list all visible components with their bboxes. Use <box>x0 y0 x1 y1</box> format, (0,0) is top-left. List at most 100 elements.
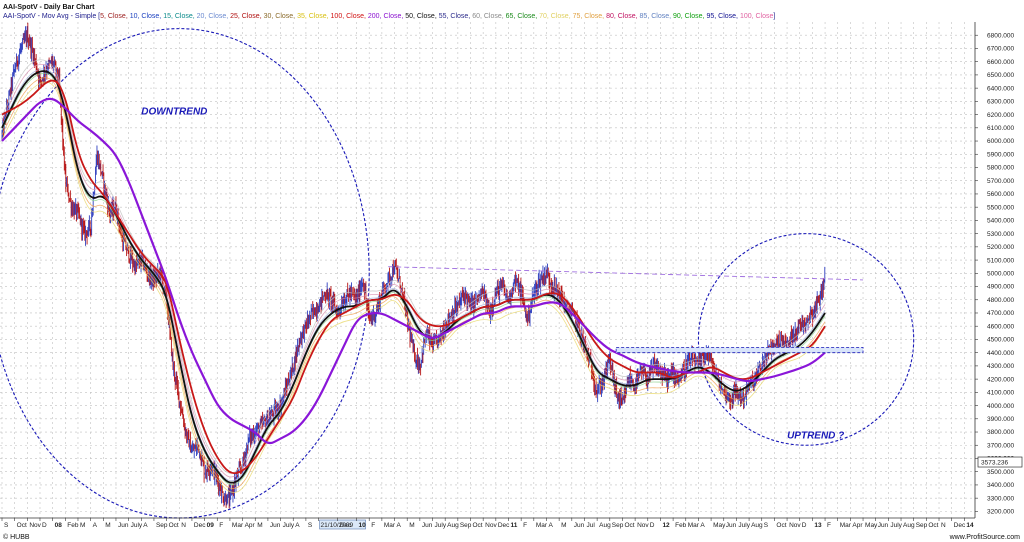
chart-footer: © HUBB www.ProfitSource.com <box>3 533 1020 541</box>
legend-item: 5, Close, <box>100 13 130 20</box>
y-tick-label: 6700.000 <box>987 46 1014 53</box>
x-tick-label: July <box>890 522 902 529</box>
y-tick-label: 3300.000 <box>987 495 1014 502</box>
x-tick-label: Aug <box>447 522 459 529</box>
y-tick-label: 4300.000 <box>987 363 1014 370</box>
legend-item: 70, Close, <box>539 13 572 20</box>
legend-item: 35, Close, <box>297 13 330 20</box>
x-tick-label: 09 <box>207 522 215 529</box>
y-tick-label: 5700.000 <box>987 178 1014 185</box>
legend-item: 100, Close, <box>331 13 368 20</box>
x-tick-label: S <box>308 522 313 529</box>
website-label: www.ProfitSource.com <box>949 534 1021 541</box>
x-tick-label: A <box>93 522 98 529</box>
support-zone-box <box>615 346 864 354</box>
y-tick-label: 6100.000 <box>987 125 1014 132</box>
x-tick-label: Aug <box>599 522 611 529</box>
legend-item: 25, Close, <box>230 13 263 20</box>
y-tick-label: 4800.000 <box>987 297 1014 304</box>
x-tick-label: Oct <box>928 522 938 529</box>
x-tick-label: S <box>764 522 769 529</box>
x-tick-label: Jun <box>878 522 889 529</box>
x-tick-label: 14 <box>966 522 974 529</box>
y-tick-label: 6600.000 <box>987 59 1014 66</box>
x-tick-label: Dec <box>340 522 352 529</box>
x-tick-label: Feb <box>675 522 687 529</box>
legend-item: 65, Close, <box>506 13 539 20</box>
x-tick-label: Sep <box>612 522 624 529</box>
x-tick-label: 11 <box>510 522 517 529</box>
x-tick-label: Sep <box>916 522 928 529</box>
last-value-label: 3573.236 <box>981 460 1008 467</box>
x-tick-label: F <box>827 522 831 529</box>
x-tick-label: May <box>713 522 726 529</box>
x-tick-label: A <box>295 522 300 529</box>
moving-averages <box>1 59 826 493</box>
y-tick-label: 5200.000 <box>987 244 1014 251</box>
y-tick-label: 5500.000 <box>987 204 1014 211</box>
y-tick-label: 4000.000 <box>987 403 1014 410</box>
x-tick-label: Feb <box>67 522 79 529</box>
x-tick-label: Dec <box>954 522 966 529</box>
x-tick-label: July <box>131 522 143 529</box>
y-tick-label: 6200.000 <box>987 112 1014 119</box>
x-tick-label: Jun <box>726 522 737 529</box>
legend-item: 200, Close, <box>368 13 405 20</box>
x-tick-label: A <box>397 522 402 529</box>
x-tick-label: Nov <box>789 522 801 529</box>
x-tick-label: Oct <box>473 522 483 529</box>
x-tick-label: Mar <box>840 522 852 529</box>
chart-header: AAI-SpotV - Daily Bar Chart AAI-SpotV - … <box>3 4 775 20</box>
x-tick-label: Jun <box>574 522 585 529</box>
x-tick-label: Oct <box>776 522 786 529</box>
legend-item: 60, Close, <box>472 13 505 20</box>
y-tick-label: 4400.000 <box>987 350 1014 357</box>
x-tick-label: 08 <box>55 522 63 529</box>
y-tick-label: 3900.000 <box>987 416 1014 423</box>
moving-average-legend: AAI-SpotV - Mov Avg - Simple [5, Close, … <box>3 13 775 20</box>
legend-suffix: ] <box>773 13 775 20</box>
y-tick-label: 3400.000 <box>987 482 1014 489</box>
x-tick-label: D <box>802 522 807 529</box>
y-tick-label: 5400.000 <box>987 218 1014 225</box>
legend-item: 75, Close, <box>573 13 606 20</box>
legend-item: 95, Close, <box>706 13 739 20</box>
x-tick-label: D <box>650 522 655 529</box>
y-tick-label: 3500.000 <box>987 469 1014 476</box>
x-tick-label: Dec <box>194 522 206 529</box>
x-tick-label: F <box>523 522 527 529</box>
x-tick-label: A <box>548 522 553 529</box>
legend-item: 50, Close, <box>405 13 438 20</box>
y-tick-label: 3200.000 <box>987 509 1014 516</box>
x-tick-label: Mar <box>688 522 700 529</box>
chart-container: DOWNTREND UPTREND ? 3200.000 3300.000 3400.… <box>0 0 1024 542</box>
x-tick-label: 13 <box>814 522 822 529</box>
legend-item: 20, Close, <box>197 13 230 20</box>
y-tick-label: 6500.000 <box>987 72 1014 79</box>
y-tick-label: 4700.000 <box>987 310 1014 317</box>
x-tick-label: July <box>283 522 295 529</box>
y-tick-label: 6300.000 <box>987 99 1014 106</box>
chart-title: AAI-SpotV - Daily Bar Chart <box>3 4 95 11</box>
x-tick-label: Mar <box>232 522 244 529</box>
x-tick-label: F <box>371 522 375 529</box>
x-tick-label: Sep <box>156 522 168 529</box>
x-tick-label: Nov <box>29 522 41 529</box>
x-tick-label: Oct <box>17 522 27 529</box>
x-tick-label: M <box>561 522 566 529</box>
x-tick-label: Sep <box>460 522 472 529</box>
x-tick-label: Nov <box>485 522 497 529</box>
x-tick-label: Jul <box>586 522 595 529</box>
y-tick-label: 5800.000 <box>987 165 1014 172</box>
x-tick-label: M <box>105 522 110 529</box>
x-tick-label: S <box>4 522 9 529</box>
price-chart: DOWNTREND UPTREND ? 3200.000 3300.000 3400.… <box>0 4 1023 541</box>
x-tick-label: N <box>941 522 946 529</box>
y-tick-label: 5900.000 <box>987 151 1014 158</box>
y-tick-label: 5000.000 <box>987 271 1014 278</box>
y-tick-label: 4500.000 <box>987 337 1014 344</box>
x-tick-label: 12 <box>662 522 670 529</box>
legend-item: 85, Close, <box>640 13 673 20</box>
y-tick-label: 3700.000 <box>987 442 1014 449</box>
ma-ribbon-line <box>1 72 826 486</box>
